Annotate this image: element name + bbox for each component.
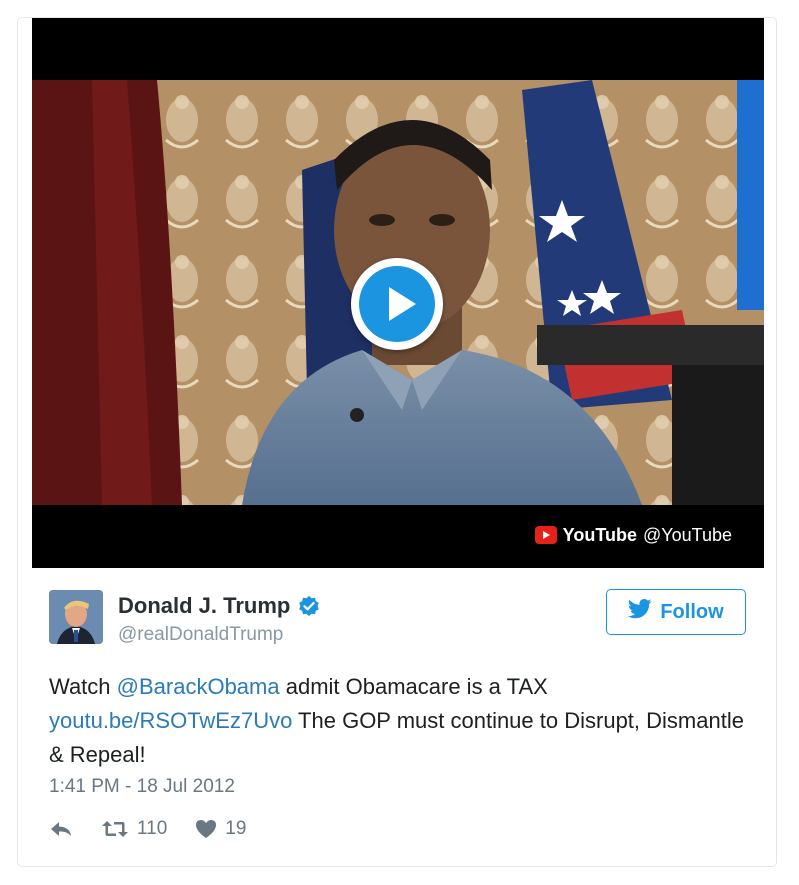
video-player[interactable]: YouTube @YouTube (32, 18, 764, 568)
tweet-text-part-2: admit Obamacare is a TAX (279, 674, 548, 699)
tweet-text: Watch @BarackObama admit Obamacare is a … (49, 670, 749, 772)
like-button[interactable]: 19 (195, 818, 246, 840)
verified-badge-icon (298, 595, 320, 617)
tweet-embed-card: YouTube @YouTube Donald J. Trump @realDo… (17, 17, 777, 867)
reply-icon (49, 819, 73, 839)
like-count: 19 (225, 818, 247, 839)
author-display-name[interactable]: Donald J. Trump (118, 593, 290, 619)
video-provider-handle: @YouTube (642, 524, 732, 545)
avatar[interactable] (49, 590, 103, 644)
mention-link[interactable]: @BarackObama (117, 674, 280, 699)
url-link[interactable]: youtu.be/RSOTwEz7Uvo (49, 708, 292, 733)
video-attribution[interactable]: YouTube @YouTube (534, 523, 732, 547)
retweet-button[interactable]: 110 (101, 818, 167, 840)
retweet-count: 110 (137, 818, 168, 839)
twitter-bird-icon (628, 599, 652, 625)
tweet-text-part-1: Watch (49, 674, 117, 699)
tweet-actions: 110 19 (49, 818, 274, 840)
reply-button[interactable] (49, 819, 73, 839)
author-handle[interactable]: @realDonaldTrump (118, 624, 283, 646)
follow-label: Follow (660, 600, 724, 623)
author-name-row[interactable]: Donald J. Trump (118, 593, 320, 619)
play-button[interactable] (351, 258, 443, 350)
video-provider-name: YouTube (562, 524, 637, 545)
youtube-logo-icon (534, 526, 557, 544)
heart-icon (195, 819, 217, 839)
follow-button[interactable]: Follow (606, 589, 746, 635)
tweet-timestamp[interactable]: 1:41 PM - 18 Jul 2012 (49, 776, 235, 798)
play-icon (359, 266, 435, 342)
retweet-icon (101, 819, 129, 839)
